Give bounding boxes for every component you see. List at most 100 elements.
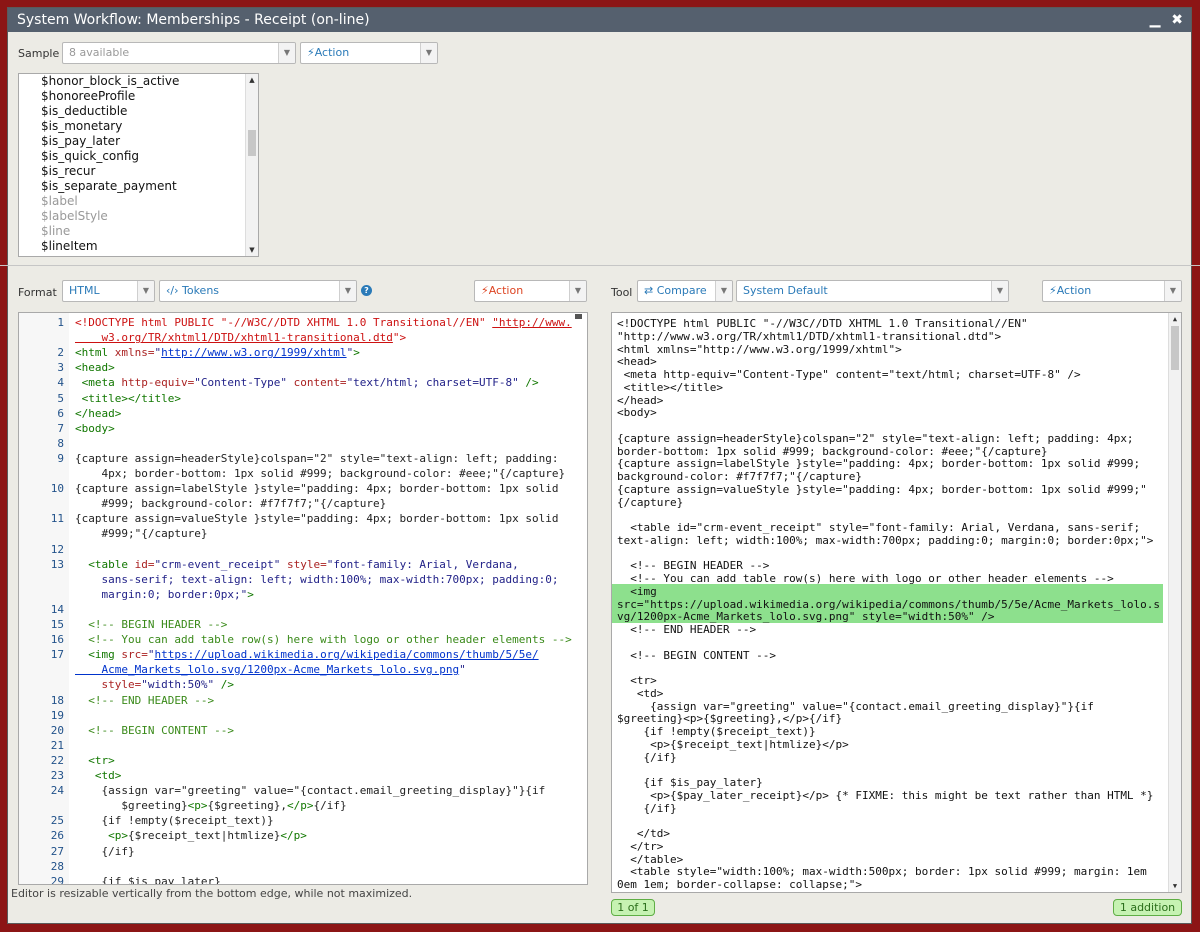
compare-line: <html xmlns="http://www.w3.org/1999/xhtm… bbox=[617, 342, 902, 356]
compare-line: "http://www.w3.org/TR/xhtml1/DTD/xhtml1-… bbox=[617, 329, 1002, 343]
code-text: <meta http-equiv="Content-Type" content=… bbox=[81, 376, 539, 390]
compare-line: <p>{$pay_later_receipt}</p> {* FIXME: th… bbox=[617, 788, 1154, 802]
scroll-thumb[interactable] bbox=[248, 130, 256, 156]
code-line: 14 bbox=[19, 603, 587, 618]
token-item[interactable]: $is_deductible bbox=[41, 104, 179, 119]
code-line: margin:0; border:0px;"> bbox=[19, 588, 587, 603]
token-item[interactable]: $honor_block_is_active bbox=[41, 74, 179, 89]
code-text: <img src="https://upload.wikimedia.org/w… bbox=[88, 648, 539, 662]
scroll-up-icon[interactable]: ▲ bbox=[1169, 315, 1181, 323]
compare-line: <!-- You can add table row(s) here with … bbox=[617, 572, 1114, 585]
code-text: w3.org/TR/xhtml1/DTD/xhtml1-transitional… bbox=[75, 331, 407, 345]
compare-line: </td> bbox=[617, 827, 670, 840]
token-item[interactable]: $is_pay_later bbox=[41, 134, 179, 149]
token-item[interactable]: $line bbox=[41, 224, 179, 239]
code-text: Acme_Markets_lolo.svg/1200px-Acme_Market… bbox=[75, 663, 466, 677]
code-text: <!-- BEGIN HEADER --> bbox=[88, 618, 228, 631]
line-number: 8 bbox=[57, 436, 64, 450]
compare-line: <body> bbox=[617, 406, 657, 420]
code-line: 4 <meta http-equiv="Content-Type" conten… bbox=[19, 376, 587, 391]
code-text: <tr> bbox=[88, 753, 115, 767]
sample-action-button[interactable]: ⚡Action ▼ bbox=[300, 42, 438, 64]
compare-line: 0em 1em; border-collapse: collapse;"> bbox=[617, 878, 863, 891]
diff-pager[interactable]: 1 of 1 bbox=[611, 899, 655, 916]
sample-select-value: 8 available bbox=[69, 46, 130, 59]
chevron-down-icon: ▼ bbox=[991, 281, 1008, 301]
code-line: 27 {/if} bbox=[19, 845, 587, 860]
token-item[interactable]: $labelStyle bbox=[41, 209, 179, 224]
format-action-label: ⚡Action bbox=[481, 284, 524, 297]
token-item[interactable]: $honoreeProfile bbox=[41, 89, 179, 104]
compare-line: <!-- BEGIN HEADER --> bbox=[617, 559, 770, 573]
diff-count-badge: 1 addition bbox=[1113, 899, 1182, 916]
help-icon[interactable]: ? bbox=[361, 285, 372, 296]
resize-hint: Editor is resizable vertically from the … bbox=[11, 887, 413, 900]
chevron-down-icon: ▼ bbox=[715, 281, 732, 301]
scroll-down-icon[interactable]: ▼ bbox=[1169, 882, 1181, 890]
format-label: Format bbox=[18, 286, 57, 299]
dialog-titlebar: System Workflow: Memberships - Receipt (… bbox=[8, 8, 1191, 32]
token-list-scrollbar[interactable]: ▲ ▼ bbox=[245, 74, 258, 256]
code-line: 15 <!-- BEGIN HEADER --> bbox=[19, 618, 587, 633]
token-item[interactable]: $is_monetary bbox=[41, 119, 179, 134]
code-line: 23 <td> bbox=[19, 769, 587, 784]
chevron-down-icon: ▼ bbox=[569, 281, 586, 301]
line-number: 26 bbox=[50, 829, 64, 843]
compare-select[interactable]: ⇄ Compare ▼ bbox=[637, 280, 733, 302]
line-number: 11 bbox=[50, 512, 64, 526]
line-number: 9 bbox=[57, 451, 64, 465]
code-line: 11 {capture assign=valueStyle }style="pad… bbox=[19, 512, 587, 527]
code-text: <!-- You can add table row(s) here with … bbox=[88, 633, 572, 647]
line-number: 14 bbox=[50, 602, 64, 616]
minimize-icon[interactable]: ▁ bbox=[1150, 12, 1161, 28]
sample-select[interactable]: 8 available ▼ bbox=[62, 42, 296, 64]
scroll-down-icon[interactable]: ▼ bbox=[246, 246, 258, 254]
compare-line: {capture assign=labelStyle }style="paddi… bbox=[617, 457, 1141, 471]
scroll-up-icon[interactable]: ▲ bbox=[246, 76, 258, 84]
token-item[interactable]: $is_separate_payment bbox=[41, 179, 179, 194]
editor-resize-corner[interactable] bbox=[575, 314, 582, 319]
compare-line: {capture assign=headerStyle}colspan="2" … bbox=[617, 431, 1134, 445]
system-default-select[interactable]: System Default ▼ bbox=[736, 280, 1009, 302]
compare-line: <!-- BEGIN CONTENT --> bbox=[617, 648, 776, 662]
code-line: 22 <tr> bbox=[19, 754, 587, 769]
code-line: 25 {if !empty($receipt_text)} bbox=[19, 814, 587, 829]
dialog-title: System Workflow: Memberships - Receipt (… bbox=[17, 12, 370, 28]
line-number: 27 bbox=[50, 844, 64, 858]
token-item[interactable]: $label bbox=[41, 194, 179, 209]
code-line: 20 <!-- BEGIN CONTENT --> bbox=[19, 724, 587, 739]
format-action-button[interactable]: ⚡Action ▼ bbox=[474, 280, 587, 302]
close-icon[interactable]: ✖ bbox=[1171, 12, 1183, 28]
compare-line: border-bottom: 1px solid #999; backgroun… bbox=[617, 444, 1048, 458]
compare-line: {if $is_pay_later} bbox=[617, 776, 763, 789]
format-select[interactable]: HTML ▼ bbox=[62, 280, 155, 302]
token-item[interactable]: $lineItem bbox=[41, 239, 179, 254]
compare-line: src="https://upload.wikimedia.org/wikipe… bbox=[617, 597, 1161, 611]
line-number: 22 bbox=[50, 753, 64, 767]
scroll-thumb[interactable] bbox=[1171, 326, 1179, 370]
code-text: <head> bbox=[75, 361, 115, 375]
code-text: 4px; border-bottom: 1px solid #999; back… bbox=[75, 467, 566, 480]
compare-line: vg/1200px-Acme_Markets_lolo.svg.png" sty… bbox=[617, 610, 995, 624]
token-list[interactable]: $honor_block_is_active $honoreeProfile $is… bbox=[18, 73, 259, 257]
compare-scrollbar[interactable]: ▲ ▼ bbox=[1168, 313, 1181, 892]
compare-pane[interactable]: <!DOCTYPE html PUBLIC "-//W3C//DTD XHTML… bbox=[611, 312, 1182, 893]
compare-line: text-align: left; width:100%; max-width:… bbox=[617, 533, 1154, 547]
compare-line: <tr> bbox=[617, 674, 657, 687]
chevron-down-icon: ▼ bbox=[137, 281, 154, 301]
code-line: 24 {assign var="greeting" value="{contac… bbox=[19, 784, 587, 799]
code-editor[interactable]: 1 <!DOCTYPE html PUBLIC "-//W3C//DTD XHTM… bbox=[18, 312, 588, 885]
token-item[interactable]: $is_recur bbox=[41, 164, 179, 179]
chevron-down-icon: ▼ bbox=[339, 281, 356, 301]
tool-action-button[interactable]: ⚡Action ▼ bbox=[1042, 280, 1182, 302]
tokens-select[interactable]: ‹/› Tokens ▼ bbox=[159, 280, 357, 302]
code-line: $greeting}<p>{$greeting},</p>{/if} bbox=[19, 799, 587, 814]
compare-line: <table id="crm-event_receipt" style="fon… bbox=[617, 521, 1141, 534]
token-item[interactable]: $is_quick_config bbox=[41, 149, 179, 164]
compare-line: <img bbox=[617, 584, 657, 598]
line-number: 2 bbox=[57, 346, 64, 360]
tool-label: Tool bbox=[611, 286, 633, 299]
line-number: 25 bbox=[50, 814, 64, 828]
code-line: 19 bbox=[19, 709, 587, 724]
system-default-label: System Default bbox=[743, 284, 828, 297]
